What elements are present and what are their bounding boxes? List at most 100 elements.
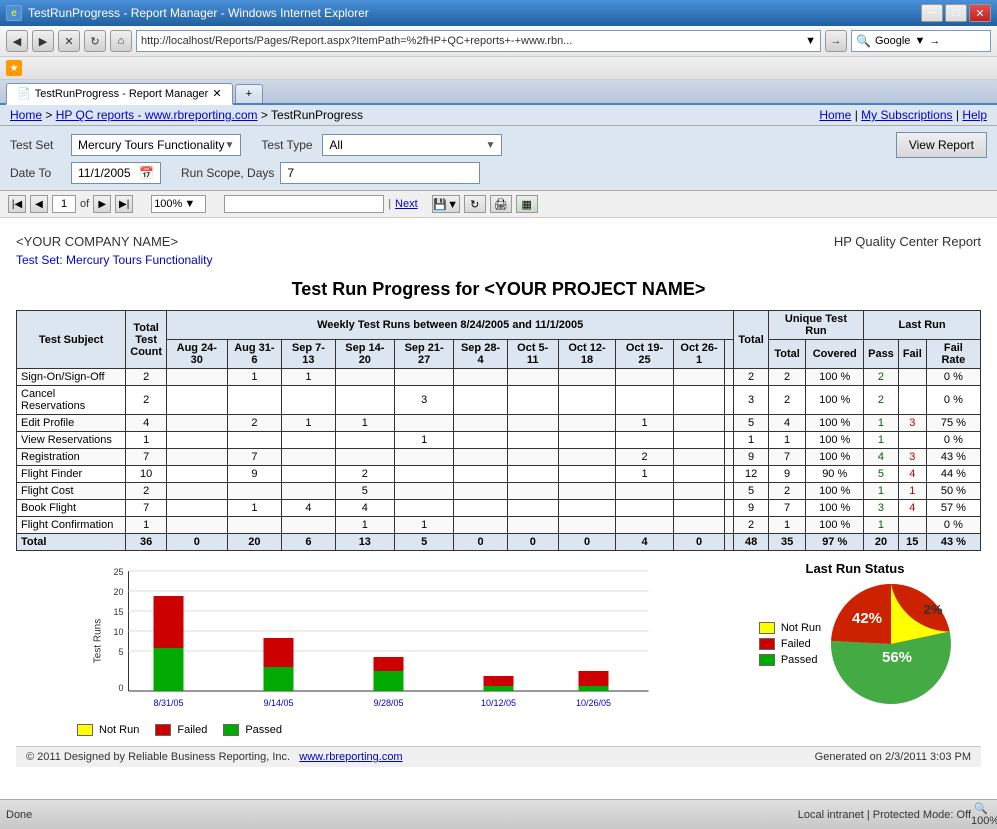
svg-text:25: 25 [113, 567, 123, 577]
top-nav: Home | My Subscriptions | Help [819, 108, 987, 122]
col-header-subject: Test Subject [17, 311, 126, 369]
svg-text:10/26/05: 10/26/05 [576, 698, 611, 708]
restore-button[interactable]: □ [945, 4, 967, 22]
col-sep-28-4: Sep 28-4 [454, 340, 507, 369]
title-bar: e TestRunProgress - Report Manager - Win… [0, 0, 997, 26]
table-row: Flight Confirmation11121100 %10 % [17, 517, 981, 534]
legend-passed: Passed [223, 724, 282, 736]
address-bar[interactable]: http://localhost/Reports/Pages/Report.as… [136, 30, 821, 52]
pie-chart-svg: 56% 42% 2% [831, 584, 951, 704]
pie-legend-failed: Failed [759, 638, 821, 650]
stop-button[interactable]: ✕ [58, 30, 80, 52]
legend-not-run: Not Run [77, 724, 139, 736]
breadcrumb: Home > HP QC reports - www.rbreporting.c… [10, 108, 363, 122]
date-to-value: 11/1/2005 [78, 166, 131, 180]
legend-failed-color [155, 724, 171, 736]
breadcrumb-home[interactable]: Home [10, 108, 42, 122]
data-table: Test Subject TotalTestCount Weekly Test … [16, 310, 981, 551]
search-submit-icon[interactable]: → [929, 35, 940, 47]
refresh-report-button[interactable]: ↻ [464, 195, 486, 213]
legend-not-run-color [77, 724, 93, 736]
pie-wrapper: Not Run Failed Passed [745, 584, 965, 704]
footer-generated: Generated on 2/3/2011 3:03 PM [815, 751, 971, 763]
pie-legend-not-run: Not Run [759, 622, 821, 634]
test-type-value: All [329, 138, 342, 152]
next-page-button[interactable]: ▶ [93, 195, 111, 213]
test-type-dropdown[interactable]: All ▼ [322, 134, 502, 156]
top-nav-home[interactable]: Home [819, 108, 851, 122]
pagination-bar: |◀ ◀ 1 of ▶ ▶| 100% ▼ | Next 💾▼ ↻ 🖨 ▦ [0, 191, 997, 218]
view-report-section: View Report [896, 132, 987, 158]
breadcrumb-current: TestRunProgress [271, 108, 363, 122]
pie-title: Last Run Status [745, 561, 965, 576]
address-text: http://localhost/Reports/Pages/Report.as… [141, 35, 805, 47]
favorites-icon: ★ [6, 60, 22, 76]
zoom-status[interactable]: 🔍 100% [971, 802, 991, 827]
company-name: <YOUR COMPANY NAME> [16, 234, 178, 249]
zoom-value: 100% [154, 198, 182, 210]
svg-text:20: 20 [113, 587, 123, 597]
svg-text:2%: 2% [924, 602, 943, 617]
next-find-link[interactable]: Next [395, 198, 418, 210]
tab-label: TestRunProgress - Report Manager [35, 88, 209, 100]
table-row: Book Flight714497100 %3457 % [17, 500, 981, 517]
col-header-total: Total [734, 311, 768, 369]
favorites-bar: ★ [0, 57, 997, 80]
back-button[interactable]: ◀ [6, 30, 28, 52]
svg-text:56%: 56% [882, 649, 912, 666]
test-set-label: Test Set [10, 138, 65, 152]
calendar-icon[interactable]: 📅 [139, 166, 154, 180]
close-button[interactable]: ✕ [969, 4, 991, 22]
layout-button[interactable]: ▦ [516, 195, 538, 213]
home-nav-button[interactable]: ⌂ [110, 30, 132, 52]
prev-page-button[interactable]: ◀ [30, 195, 48, 213]
search-box[interactable]: 🔍 Google ▼ → [851, 30, 991, 52]
test-set-dropdown[interactable]: Mercury Tours Functionality ▼ [71, 134, 241, 156]
date-to-field[interactable]: 11/1/2005 📅 [71, 162, 161, 184]
refresh-button[interactable]: ↻ [84, 30, 106, 52]
col-fail: Fail [898, 340, 926, 369]
test-set-info: Test Set: Mercury Tours Functionality [16, 253, 981, 267]
pie-section: Last Run Status Not Run Failed [745, 561, 965, 704]
run-scope-field[interactable]: 7 [280, 162, 480, 184]
forward-button[interactable]: ▶ [32, 30, 54, 52]
legend-not-run-label: Not Run [99, 724, 139, 736]
legend-passed-color [223, 724, 239, 736]
col-uniq-total: Total [768, 340, 806, 369]
minimize-button[interactable]: ─ [921, 4, 943, 22]
last-page-button[interactable]: ▶| [115, 195, 133, 213]
table-row: Cancel Reservations2332100 %20 % [17, 386, 981, 415]
first-page-button[interactable]: |◀ [8, 195, 26, 213]
tab-bar: 📄 TestRunProgress - Report Manager ✕ + [0, 80, 997, 105]
print-button[interactable]: 🖨 [490, 195, 512, 213]
breadcrumb-hpqc[interactable]: HP QC reports - www.rbreporting.com [56, 108, 258, 122]
footer-link[interactable]: www.rbreporting.com [299, 751, 402, 763]
zoom-selector[interactable]: 100% ▼ [151, 195, 206, 213]
footer: © 2011 Designed by Reliable Business Rep… [16, 746, 981, 767]
col-placeholder [725, 340, 734, 369]
test-type-label: Test Type [261, 138, 316, 152]
export-button[interactable]: 💾▼ [432, 195, 460, 213]
svg-text:5: 5 [118, 647, 123, 657]
tab-icon: 📄 [17, 87, 31, 100]
address-dropdown-arrow[interactable]: ▼ [805, 35, 816, 47]
top-nav-help[interactable]: Help [962, 108, 987, 122]
pie-failed-color [759, 638, 775, 650]
top-nav-subscriptions[interactable]: My Subscriptions [861, 108, 952, 122]
col-oct-19-25: Oct 19-25 [616, 340, 674, 369]
page-sep: of [80, 198, 89, 210]
window-title: TestRunProgress - Report Manager - Windo… [28, 6, 369, 20]
current-page[interactable]: 1 [52, 195, 76, 213]
new-tab-button[interactable]: + [235, 84, 263, 103]
svg-text:42%: 42% [852, 610, 882, 627]
tab-close-icon[interactable]: ✕ [212, 87, 221, 100]
table-row: Registration77297100 %4343 % [17, 449, 981, 466]
active-tab[interactable]: 📄 TestRunProgress - Report Manager ✕ [6, 83, 233, 105]
search-engine-label: Google [875, 35, 910, 47]
company-header: <YOUR COMPANY NAME> HP Quality Center Re… [16, 234, 981, 249]
find-box[interactable] [224, 195, 384, 213]
view-report-button[interactable]: View Report [896, 132, 987, 158]
run-scope-label: Run Scope, Days [181, 166, 274, 180]
col-uniq-covered: Covered [806, 340, 864, 369]
go-button[interactable]: → [825, 30, 847, 52]
